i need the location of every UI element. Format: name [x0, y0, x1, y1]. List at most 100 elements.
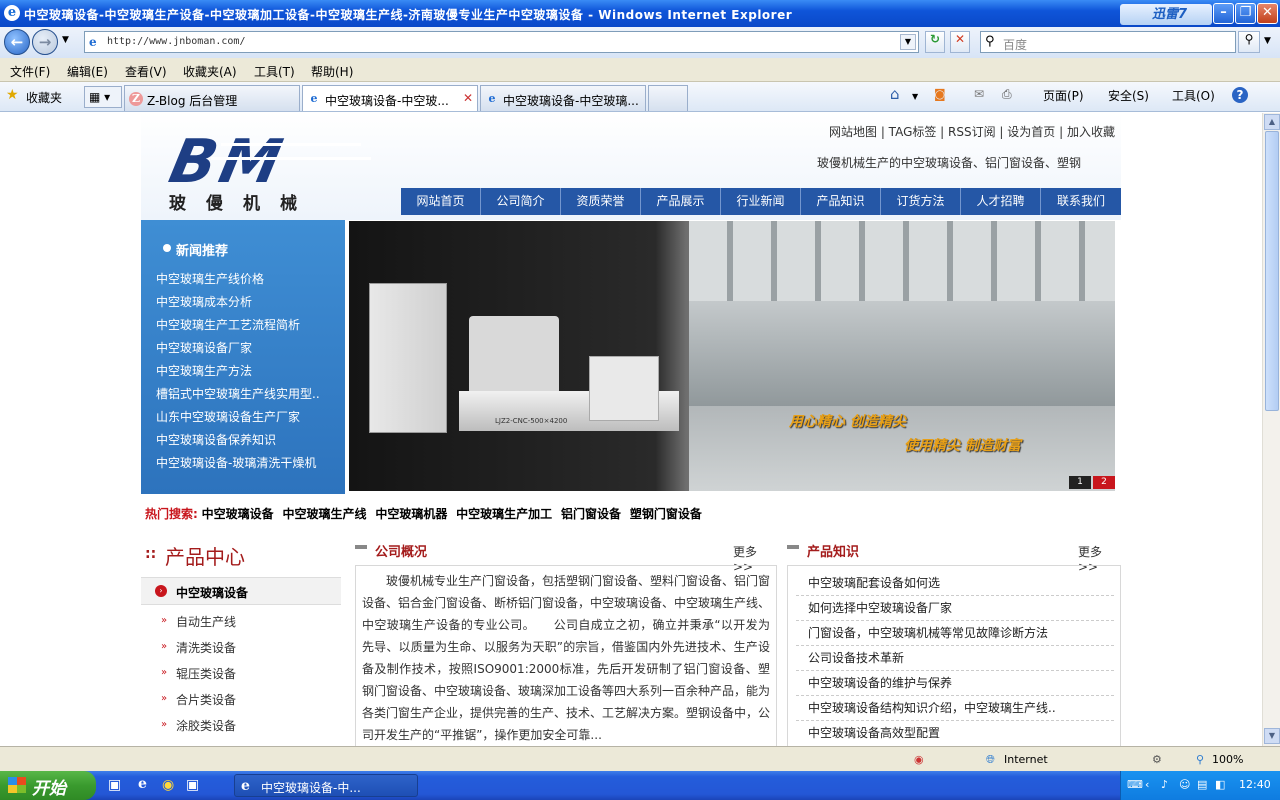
nav-knowledge[interactable]: 产品知识	[801, 188, 881, 215]
search-options-icon[interactable]: ▼	[1264, 36, 1271, 46]
nav-honors[interactable]: 资质荣誉	[561, 188, 641, 215]
scroll-thumb[interactable]	[1265, 131, 1279, 411]
tray-app-icon[interactable]: ◧	[1215, 778, 1225, 791]
top-links[interactable]: 网站地图 | TAG标签 | RSS订阅 | 设为首页 | 加入收藏	[829, 123, 1115, 140]
banner-slideshow[interactable]: LJZ2-CNC-500×4200 用心精心 创造精尖 使用精尖 制造财富 1 …	[349, 221, 1115, 491]
maximize-button[interactable]: ❐	[1235, 3, 1256, 24]
quicklaunch-desktop-icon[interactable]: ▣	[108, 777, 121, 793]
back-button[interactable]: ←	[4, 29, 30, 55]
quick-tabs-icon[interactable]: ▦ ▾	[84, 86, 122, 108]
tray-volume-icon[interactable]: ♪	[1161, 778, 1168, 791]
company-text: 玻僈机械专业生产门窗设备，包括塑钢门窗设备、塑料门窗设备、铝门窗设备、铝合金门窗…	[355, 565, 777, 746]
address-dropdown-icon[interactable]: ▼	[900, 34, 916, 50]
new-tab-button[interactable]	[648, 85, 688, 111]
news-item[interactable]: 中空玻璃生产方法	[156, 362, 336, 379]
hot-search-item[interactable]: 塑钢门窗设备	[630, 507, 702, 521]
news-item[interactable]: 中空玻璃生产线价格	[156, 270, 336, 287]
knowledge-item[interactable]: 中空玻璃设备结构知识介绍，中空玻璃生产线..	[796, 695, 1114, 721]
nav-jobs[interactable]: 人才招聘	[961, 188, 1041, 215]
hot-search-item[interactable]: 中空玻璃生产线	[282, 507, 366, 521]
xunlei-badge[interactable]: 迅雷7	[1120, 4, 1212, 25]
tools-menu[interactable]: 工具(O)	[1172, 87, 1215, 104]
tab-current[interactable]: e 中空玻璃设备-中空玻... ✕	[302, 85, 478, 111]
nav-news[interactable]: 行业新闻	[721, 188, 801, 215]
hot-search-item[interactable]: 中空玻璃设备	[202, 507, 274, 521]
quicklaunch-app-icon[interactable]: ◉	[162, 777, 174, 793]
knowledge-item[interactable]: 中空玻璃设备高效型配置	[796, 720, 1114, 745]
subcategory-item[interactable]: 辊压类设备	[176, 665, 236, 682]
news-item[interactable]: 槽铝式中空玻璃生产线实用型..	[156, 385, 336, 402]
tray-qq-icon[interactable]: ☺	[1179, 778, 1190, 791]
news-item[interactable]: 中空玻璃设备厂家	[156, 339, 336, 356]
nav-about[interactable]: 公司简介	[481, 188, 561, 215]
news-item[interactable]: 中空玻璃成本分析	[156, 293, 336, 310]
home-dropdown-icon[interactable]: ▼	[912, 92, 918, 101]
stop-button[interactable]: ✕	[950, 31, 970, 53]
knowledge-item[interactable]: 如何选择中空玻璃设备厂家	[796, 595, 1114, 621]
tab-close-icon[interactable]: ✕	[463, 91, 473, 105]
quicklaunch-media-icon[interactable]: ▣	[186, 777, 199, 793]
menu-edit[interactable]: 编辑(E)	[67, 63, 108, 80]
minimize-button[interactable]: –	[1213, 3, 1234, 24]
knowledge-item[interactable]: 中空玻璃配套设备如何选	[796, 570, 1114, 596]
help-icon[interactable]: ?	[1232, 87, 1248, 103]
nav-ordering[interactable]: 订货方法	[881, 188, 961, 215]
news-item[interactable]: 山东中空玻璃设备生产厂家	[156, 408, 336, 425]
hot-search-item[interactable]: 铝门窗设备	[561, 507, 621, 521]
nav-products[interactable]: 产品展示	[641, 188, 721, 215]
scroll-down-icon[interactable]: ▼	[1264, 728, 1280, 744]
nav-contact[interactable]: 联系我们	[1041, 188, 1121, 215]
tab-zblog[interactable]: Z Z-Blog 后台管理	[124, 85, 300, 111]
product-category[interactable]: › 中空玻璃设备	[141, 577, 341, 605]
news-item[interactable]: 中空玻璃设备保养知识	[156, 431, 336, 448]
banner-page-1[interactable]: 1	[1069, 476, 1091, 489]
print-icon[interactable]: ⎙	[1002, 87, 1012, 102]
menu-help[interactable]: 帮助(H)	[311, 63, 353, 80]
tray-network-icon[interactable]: ▤	[1197, 778, 1207, 791]
banner-page-2[interactable]: 2	[1093, 476, 1115, 489]
logo-bm[interactable]: BM	[164, 127, 292, 197]
menu-tools[interactable]: 工具(T)	[254, 63, 295, 80]
subcategory-item[interactable]: 涂胶类设备	[176, 717, 236, 734]
knowledge-item[interactable]: 公司设备技术革新	[796, 645, 1114, 671]
refresh-button[interactable]: ↻	[925, 31, 945, 53]
taskbar-ie-window[interactable]: e 中空玻璃设备-中...	[234, 774, 418, 797]
quicklaunch-ie-icon[interactable]: e	[138, 776, 147, 792]
subcategory-item[interactable]: 合片类设备	[176, 691, 236, 708]
hot-search-item[interactable]: 中空玻璃机器	[375, 507, 447, 521]
page-menu[interactable]: 页面(P)	[1043, 87, 1084, 104]
protected-mode-icon[interactable]: ⚙	[1152, 753, 1162, 766]
favorites-button[interactable]: 收藏夹	[26, 89, 62, 106]
privacy-icon[interactable]: ◉	[914, 753, 924, 766]
news-item[interactable]: 中空玻璃生产工艺流程简析	[156, 316, 336, 333]
tab-label: 中空玻璃设备-中空玻璃...	[503, 94, 639, 108]
tray-keyboard-icon[interactable]: ⌨	[1127, 778, 1143, 791]
search-go-button[interactable]: ⚲	[1238, 31, 1260, 53]
subcategory-item[interactable]: 清洗类设备	[176, 639, 236, 656]
scroll-up-icon[interactable]: ▲	[1264, 114, 1280, 130]
close-button[interactable]: ✕	[1257, 3, 1278, 24]
search-box[interactable]: ⚲ 百度	[980, 31, 1236, 53]
feeds-icon[interactable]: ◙	[934, 87, 946, 101]
address-bar[interactable]: e http://www.jnboman.com/ ▼	[84, 31, 919, 53]
nav-home[interactable]: 网站首页	[401, 188, 481, 215]
home-icon[interactable]: ⌂	[890, 85, 900, 103]
history-dropdown-icon[interactable]: ▼	[62, 35, 69, 45]
menu-file[interactable]: 文件(F)	[10, 63, 50, 80]
vertical-scrollbar[interactable]: ▲ ▼	[1262, 113, 1280, 746]
zoom-level[interactable]: 100%	[1212, 753, 1243, 766]
start-button[interactable]: 开始	[0, 771, 96, 800]
tab-other[interactable]: e 中空玻璃设备-中空玻璃...	[480, 85, 646, 111]
url-input[interactable]: http://www.jnboman.com/	[107, 36, 245, 47]
tray-expand-icon[interactable]: ‹	[1145, 778, 1149, 791]
hot-search-item[interactable]: 中空玻璃生产加工	[456, 507, 552, 521]
knowledge-item[interactable]: 中空玻璃设备的维护与保养	[796, 670, 1114, 696]
menu-favorites[interactable]: 收藏夹(A)	[183, 63, 237, 80]
news-item[interactable]: 中空玻璃设备-玻璃清洗干燥机	[156, 454, 336, 471]
safety-menu[interactable]: 安全(S)	[1108, 87, 1149, 104]
menu-view[interactable]: 查看(V)	[125, 63, 167, 80]
knowledge-item[interactable]: 门窗设备，中空玻璃机械等常见故障诊断方法	[796, 620, 1114, 646]
mail-icon[interactable]: ✉	[974, 87, 984, 101]
subcategory-item[interactable]: 自动生产线	[176, 613, 236, 630]
forward-button[interactable]: →	[32, 29, 58, 55]
